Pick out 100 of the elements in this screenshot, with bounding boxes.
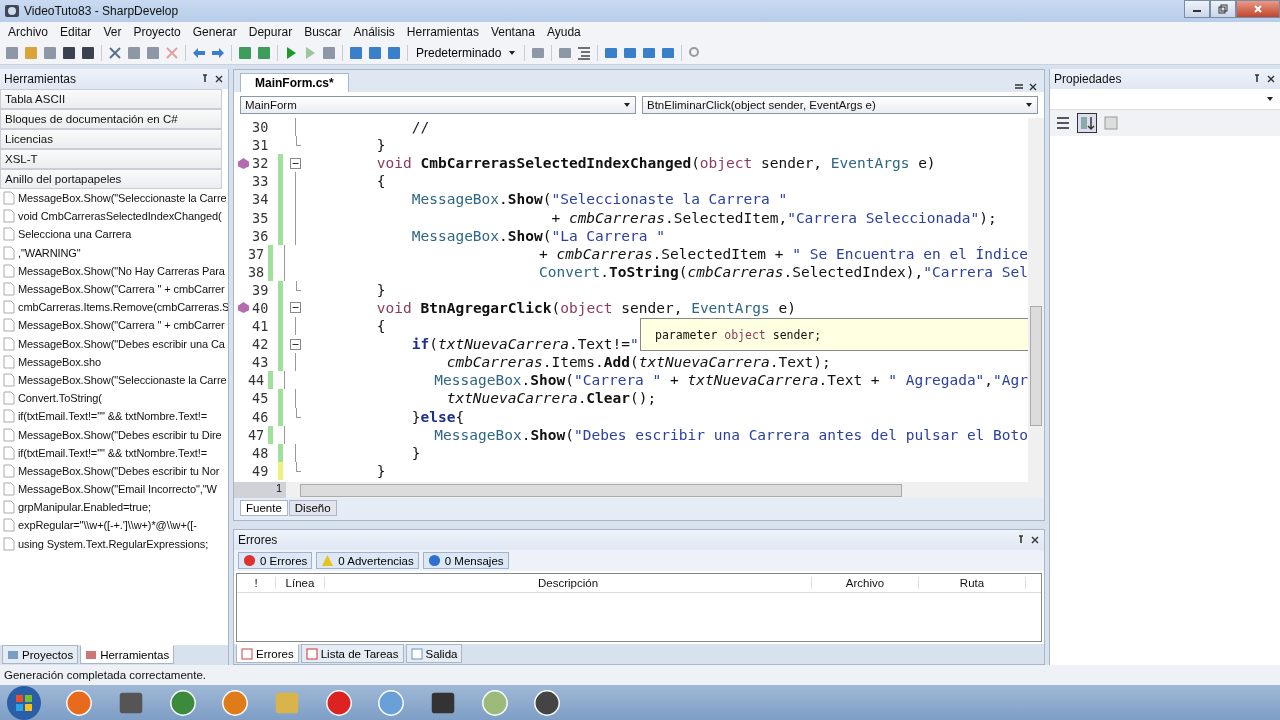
pin-icon[interactable] bbox=[200, 74, 210, 84]
clipboard-item[interactable]: expRegular="\\w+([-+.']\\w+)*@\\w+([- bbox=[18, 519, 197, 532]
clipboard-item[interactable]: Convert.ToString( bbox=[18, 392, 102, 405]
menu-item[interactable]: Editar bbox=[54, 25, 98, 39]
line-number: 34 bbox=[252, 191, 270, 208]
close-icon[interactable] bbox=[1028, 82, 1038, 92]
panel-tab[interactable]: Salida bbox=[405, 644, 463, 663]
column-header[interactable]: Línea bbox=[276, 577, 325, 589]
close-icon[interactable] bbox=[1030, 535, 1040, 545]
filter-button[interactable]: 0 Mensajes bbox=[422, 552, 509, 569]
close-icon[interactable] bbox=[214, 74, 224, 84]
indent-icon[interactable] bbox=[575, 45, 592, 61]
code-line: // bbox=[410, 119, 430, 136]
panel-title: Errores bbox=[238, 533, 278, 547]
clipboard-item[interactable]: MessageBox.Show("Debes escribir tu Nor bbox=[18, 464, 220, 477]
collapse-icon[interactable] bbox=[289, 157, 301, 169]
menu-icon[interactable] bbox=[1014, 82, 1024, 92]
code-line: Convert.ToString(cmbCarreras.SelectedIndex),"Carrera Sel bbox=[538, 263, 1028, 280]
redo-icon[interactable] bbox=[210, 45, 226, 61]
column-header[interactable]: Archivo bbox=[812, 577, 919, 589]
tool-category[interactable]: Tabla ASCII bbox=[0, 89, 222, 109]
class-dropdown[interactable]: MainForm bbox=[240, 96, 636, 114]
code-line: { bbox=[375, 173, 386, 190]
start-button[interactable] bbox=[6, 684, 42, 720]
code-line: } bbox=[375, 281, 386, 298]
member-dropdown[interactable]: BtnEliminarClick(object sender, EventArgs e) bbox=[642, 96, 1038, 114]
menu-item[interactable]: Ver bbox=[97, 25, 128, 39]
document-tab[interactable]: MainForm.cs* bbox=[240, 73, 349, 92]
panel-tab[interactable]: Proyectos bbox=[2, 645, 79, 664]
column-header[interactable]: Ruta bbox=[919, 577, 1026, 589]
clipboard-item[interactable]: MessageBox.sho bbox=[18, 355, 101, 368]
close-icon bbox=[1253, 4, 1263, 14]
clipboard-item[interactable]: MessageBox.Show("Seleccionaste la Carre bbox=[18, 192, 227, 205]
fold-guide bbox=[283, 371, 285, 390]
menu-item[interactable]: Depurar bbox=[242, 25, 299, 39]
menu-item[interactable]: Análisis bbox=[347, 25, 401, 39]
filter-button[interactable]: 0 Advertencias bbox=[316, 552, 419, 569]
clipboard-item[interactable]: grpManipular.Enabled=true; bbox=[18, 501, 151, 514]
pin-icon[interactable] bbox=[1252, 74, 1262, 84]
clipboard-item[interactable]: MessageBox.Show("Seleccionaste la Carre bbox=[18, 373, 227, 386]
close-icon[interactable] bbox=[1266, 74, 1276, 84]
delete-icon[interactable] bbox=[164, 45, 180, 61]
task-list-icon bbox=[305, 647, 318, 660]
view-tab[interactable]: Fuente bbox=[240, 500, 288, 516]
clipboard-item[interactable]: MessageBox.Show("Debes escribir tu Dire bbox=[18, 428, 222, 441]
fold-guide bbox=[294, 317, 296, 336]
panel-tab[interactable]: Lista de Tareas bbox=[300, 644, 404, 663]
line-number: 35 bbox=[252, 209, 270, 226]
line-number: 31 bbox=[252, 137, 270, 154]
clipboard-item[interactable]: if(txtEmail.Text!="" && txtNombre.Text!= bbox=[18, 410, 208, 423]
collapse-icon[interactable] bbox=[289, 338, 301, 350]
column-header[interactable]: ! bbox=[237, 577, 276, 589]
restore-button[interactable] bbox=[1210, 0, 1236, 18]
panel-title: Herramientas bbox=[4, 72, 77, 86]
menu-item[interactable]: Herramientas bbox=[400, 25, 485, 39]
caret-icon bbox=[1266, 95, 1274, 103]
clipboard-item[interactable]: MessageBox.Show("Debes escribir una Ca bbox=[18, 337, 225, 350]
close-button[interactable] bbox=[1236, 0, 1280, 18]
minimize-button[interactable] bbox=[1184, 0, 1210, 18]
line-number: 38 bbox=[247, 263, 266, 280]
clipboard-item[interactable]: cmbCarreras.Items.Remove(cmbCarreras.S bbox=[18, 301, 228, 314]
collapse-icon[interactable] bbox=[289, 302, 301, 314]
tool-category[interactable]: XSL-T bbox=[0, 149, 222, 169]
menu-item[interactable]: Generar bbox=[186, 25, 243, 39]
code-line: cmbCarreras.Items.Add(txtNuevaCarrera.Text); bbox=[445, 354, 831, 371]
clipboard-item[interactable]: MessageBox.Show("Carrera " + cmbCarrer bbox=[18, 283, 225, 296]
menu-item[interactable]: Ayuda bbox=[540, 25, 587, 39]
clipboard-item[interactable]: void CmbCarrerasSelectedIndexChanged( bbox=[18, 210, 222, 223]
menu-item[interactable]: Buscar bbox=[298, 25, 348, 39]
vertical-scrollbar[interactable] bbox=[1028, 118, 1044, 482]
code-line: + cmbCarreras.SelectedItem,"Carrera Seleccionada"); bbox=[550, 209, 997, 226]
clipboard-item[interactable]: if(txtEmail.Text!="" && txtNombre.Text!= bbox=[18, 446, 208, 459]
configuration-dropdown[interactable]: Predeterminado bbox=[413, 46, 519, 60]
menu-item[interactable]: Ventana bbox=[484, 25, 541, 39]
caret-icon bbox=[507, 49, 516, 57]
view-tab[interactable]: Diseño bbox=[288, 500, 337, 516]
panel-tab[interactable]: Herramientas bbox=[80, 645, 175, 664]
clipboard-item[interactable]: Selecciona una Carrera bbox=[18, 228, 132, 241]
sort-icon[interactable] bbox=[1077, 113, 1097, 133]
clipboard-item[interactable]: MessageBox.Show("No Hay Carreras Para bbox=[18, 264, 225, 277]
fold-guide bbox=[294, 353, 296, 372]
clipboard-item[interactable]: MessageBox.Show("Email Incorrecto","W bbox=[18, 483, 217, 496]
menu-item[interactable]: Archivo bbox=[2, 25, 54, 39]
zoom-level[interactable]: 1 bbox=[234, 482, 286, 498]
cut-icon[interactable] bbox=[107, 45, 123, 61]
line-number: 41 bbox=[252, 318, 270, 335]
tool-category[interactable]: Anillo del portapapeles bbox=[0, 169, 222, 189]
clipboard-item[interactable]: MessageBox.Show("Carrera " + cmbCarrer bbox=[18, 319, 225, 332]
tool-category[interactable]: Licencias bbox=[0, 129, 222, 149]
tool-category[interactable]: Bloques de documentación en C# bbox=[0, 109, 222, 129]
panel-tab[interactable]: Errores bbox=[236, 644, 299, 663]
column-header[interactable]: Descripción bbox=[325, 577, 812, 589]
pin-icon[interactable] bbox=[1016, 535, 1026, 545]
line-number: 49 bbox=[252, 462, 270, 479]
clipboard-item[interactable]: ,"WARNING" bbox=[18, 246, 81, 259]
clipboard-item[interactable]: using System.Text.RegularExpressions; bbox=[18, 537, 209, 550]
filter-button[interactable]: 0 Errores bbox=[238, 552, 313, 569]
line-number: 36 bbox=[252, 227, 270, 244]
code-line: MessageBox.Show("Carrera " + txtNuevaCarrera.Text + " Agregada","Agr bbox=[433, 372, 1028, 389]
menu-item[interactable]: Proyecto bbox=[127, 25, 187, 39]
